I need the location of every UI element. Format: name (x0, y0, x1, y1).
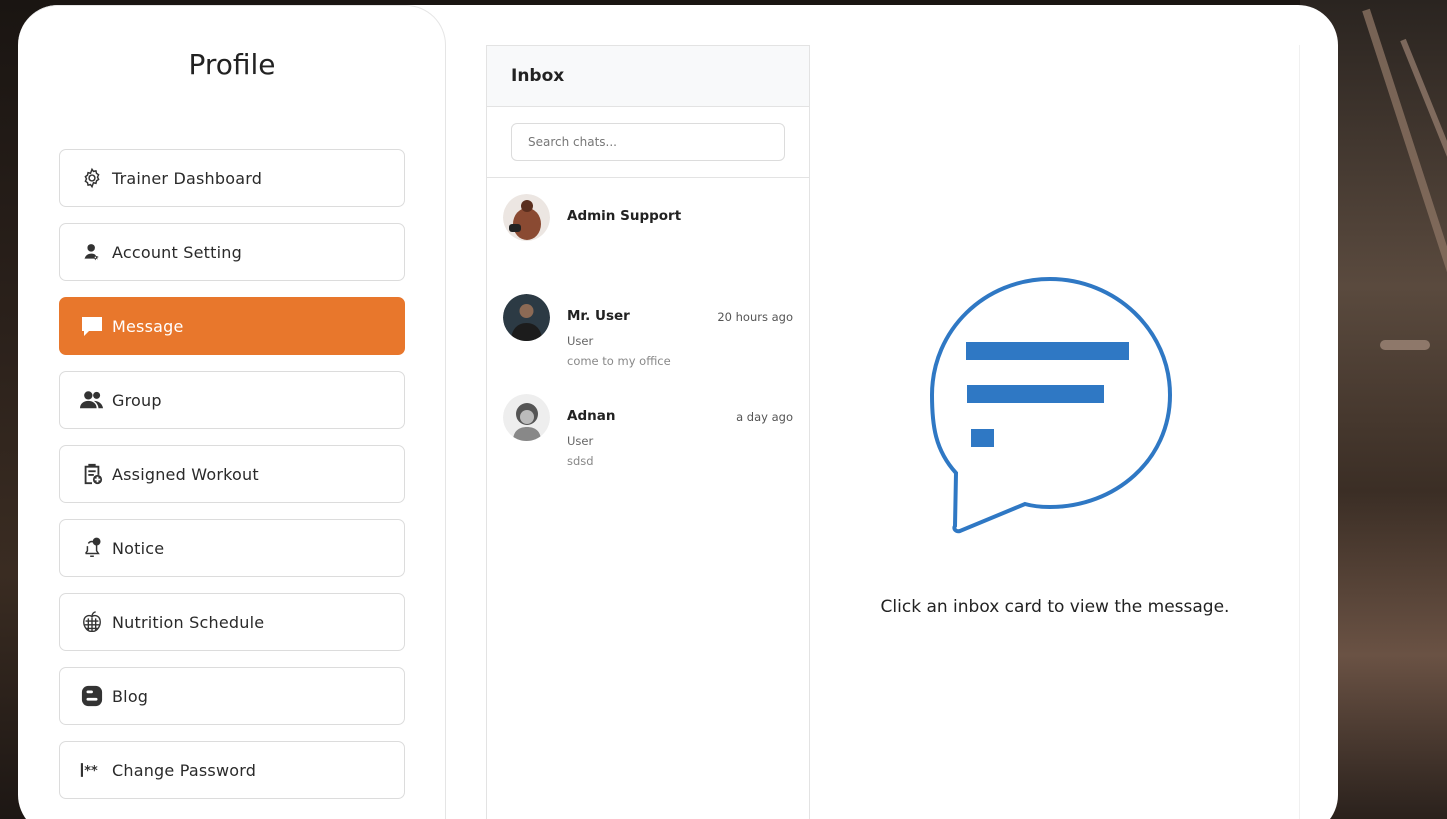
svg-text:**: ** (84, 764, 98, 779)
message-time: a day ago (736, 410, 793, 424)
sidebar-item-trainer-dashboard[interactable]: Trainer Dashboard (59, 149, 405, 207)
sidebar-menu: Trainer Dashboard Account Setting Messag… (59, 149, 405, 815)
chat-icon (80, 314, 104, 338)
sidebar-item-group[interactable]: Group (59, 371, 405, 429)
clipboard-icon (80, 462, 104, 486)
blog-icon (80, 684, 104, 708)
sidebar-item-label: Message (112, 316, 184, 336)
sidebar-item-label: Account Setting (112, 242, 242, 262)
sidebar-item-label: Trainer Dashboard (112, 168, 263, 188)
bell-icon (80, 536, 104, 560)
background-decor (1380, 340, 1430, 350)
sidebar-item-message[interactable]: Message (59, 297, 405, 355)
users-icon (80, 388, 104, 412)
search-bar (487, 107, 809, 178)
sidebar-item-label: Notice (112, 538, 165, 558)
profile-sidebar: Profile Trainer Dashboard Account Settin… (18, 5, 446, 819)
avatar (503, 294, 550, 341)
chat-bubble-icon (929, 275, 1180, 539)
contact-role: User (567, 434, 594, 448)
sidebar-item-nutrition-schedule[interactable]: Nutrition Schedule (59, 593, 405, 651)
inbox-card[interactable]: Mr. User 20 hours ago User come to my of… (487, 278, 809, 378)
password-icon: ** (80, 758, 104, 782)
inbox-card[interactable]: Admin Support (487, 178, 809, 278)
sidebar-item-label: Change Password (112, 760, 257, 780)
sidebar-item-label: Group (112, 390, 162, 410)
page-title: Profile (188, 48, 276, 81)
sidebar-item-label: Blog (112, 686, 149, 706)
sidebar-item-label: Assigned Workout (112, 464, 259, 484)
contact-name: Adnan (567, 408, 616, 424)
contact-name: Admin Support (567, 208, 682, 224)
avatar (503, 394, 550, 441)
message-viewer: Click an inbox card to view the message. (810, 45, 1300, 819)
contact-name: Mr. User (567, 308, 630, 324)
empty-state-message: Click an inbox card to view the message. (880, 597, 1230, 617)
sidebar-item-assigned-workout[interactable]: Assigned Workout (59, 445, 405, 503)
message-preview: come to my office (567, 354, 671, 368)
avatar (503, 194, 550, 241)
inbox-title: Inbox (487, 46, 809, 107)
inbox-card[interactable]: Adnan a day ago User sdsd (487, 378, 809, 478)
sidebar-item-label: Nutrition Schedule (112, 612, 265, 632)
sidebar-item-change-password[interactable]: ** Change Password (59, 741, 405, 799)
main-card: Profile Trainer Dashboard Account Settin… (18, 5, 1338, 819)
contact-role: User (567, 334, 594, 348)
apple-icon (80, 610, 104, 634)
search-input[interactable] (511, 123, 785, 161)
sidebar-item-account-setting[interactable]: Account Setting (59, 223, 405, 281)
message-time: 20 hours ago (717, 310, 793, 324)
sidebar-item-notice[interactable]: Notice (59, 519, 405, 577)
gear-icon (80, 166, 104, 190)
message-preview: sdsd (567, 454, 594, 468)
inbox-panel: Inbox Admin Support (486, 45, 810, 819)
user-icon (80, 240, 104, 264)
sidebar-item-blog[interactable]: Blog (59, 667, 405, 725)
